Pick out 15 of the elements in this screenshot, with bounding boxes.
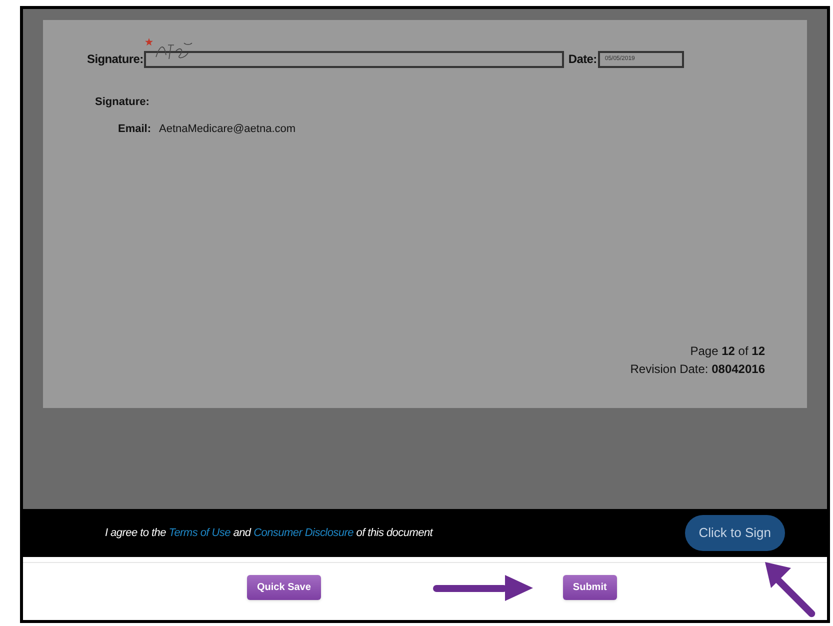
disclosure-link[interactable]: Consumer Disclosure bbox=[254, 526, 354, 539]
quick-save-button[interactable]: Quick Save bbox=[247, 575, 321, 600]
revision-date: Revision Date: 08042016 bbox=[630, 361, 765, 378]
signature-field[interactable] bbox=[144, 51, 564, 68]
signer-signature-label: Signature: bbox=[95, 95, 150, 110]
terms-link[interactable]: Terms of Use bbox=[168, 526, 230, 539]
email-label: Email: bbox=[118, 122, 152, 136]
submit-button[interactable]: Submit bbox=[562, 575, 617, 600]
page-number: Page 12 of 12 bbox=[690, 343, 765, 360]
consent-text: I agree to the Terms of Use and Consumer Disclosure of this document bbox=[105, 526, 433, 541]
arrow-icon bbox=[432, 574, 533, 602]
signature-label: Signature: bbox=[87, 51, 144, 68]
sign-button[interactable]: Click to Sign bbox=[684, 515, 785, 551]
email-address: AetnaMedicare@aetna.com bbox=[159, 122, 296, 136]
date-label: Date: bbox=[568, 51, 597, 68]
